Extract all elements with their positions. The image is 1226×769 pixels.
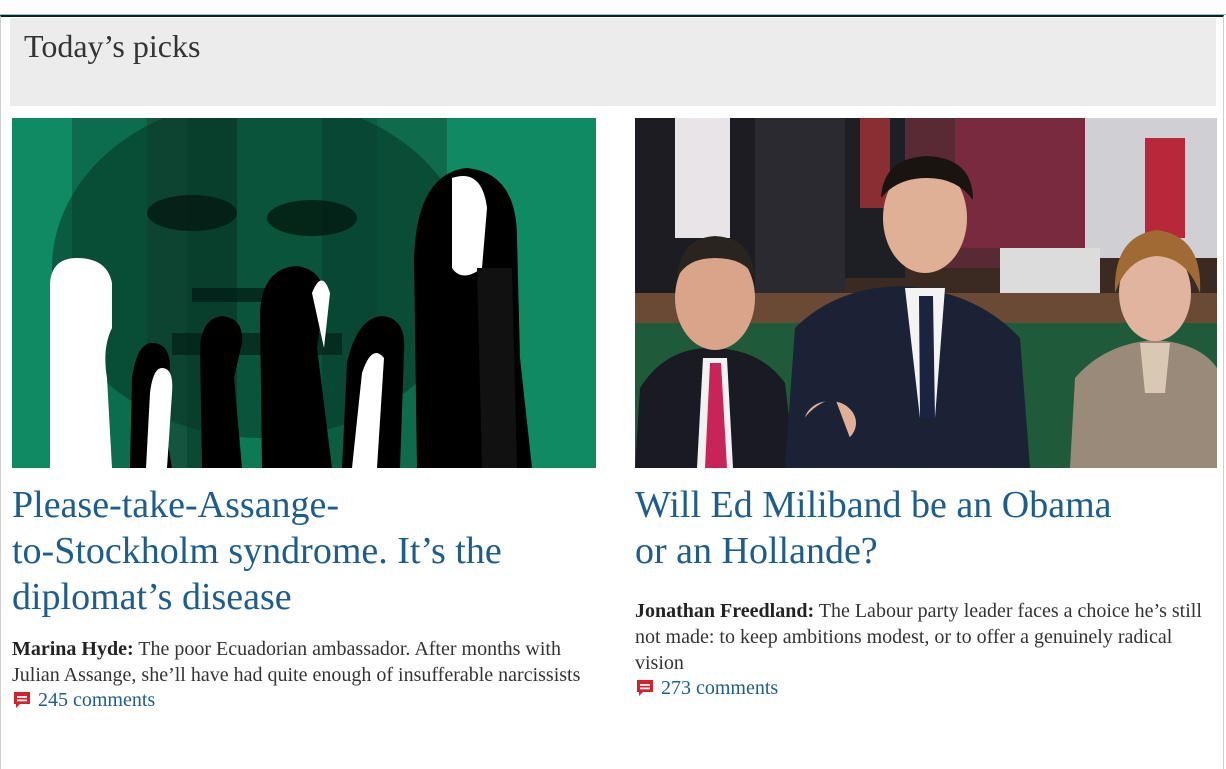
article-standfirst: Jonathan Freedland: The Labour party lea… [635, 598, 1217, 676]
headline-line: diplomat’s disease [12, 576, 292, 618]
headline-line: Will Ed Miliband be an Obama [635, 484, 1112, 526]
article-byline[interactable]: Jonathan Freedland: [635, 600, 814, 622]
comments-count: 245 comments [38, 689, 156, 711]
article-image-assange[interactable] [12, 118, 596, 468]
section-header: Today’s picks [10, 18, 1216, 106]
comments-link[interactable]: 245 comments [12, 688, 596, 712]
article-card-miliband: Will Ed Miliband be an Obama or an Holla… [635, 118, 1217, 700]
comments-link[interactable]: 273 comments [635, 676, 1217, 700]
speech-bubble-icon [635, 678, 655, 698]
headline-line: to-Stockholm syndrome. It’s the [12, 530, 502, 572]
speech-bubble-icon [12, 690, 32, 710]
article-headline[interactable]: Please-take-Assange- to-Stockholm syndro… [12, 482, 596, 620]
article-card-assange: Please-take-Assange- to-Stockholm syndro… [12, 118, 596, 712]
article-standfirst: Marina Hyde: The poor Ecuadorian ambassa… [12, 636, 596, 688]
commons-photo [635, 118, 1217, 468]
headline-line: Please-take-Assange- [12, 484, 340, 526]
article-headline[interactable]: Will Ed Miliband be an Obama or an Holla… [635, 482, 1217, 574]
section-title: Today’s picks [24, 28, 201, 64]
assange-illustration [12, 118, 596, 468]
article-byline[interactable]: Marina Hyde: [12, 638, 134, 660]
article-image-miliband[interactable] [635, 118, 1217, 468]
headline-line: or an Hollande? [635, 530, 878, 572]
comments-count: 273 comments [661, 677, 779, 699]
